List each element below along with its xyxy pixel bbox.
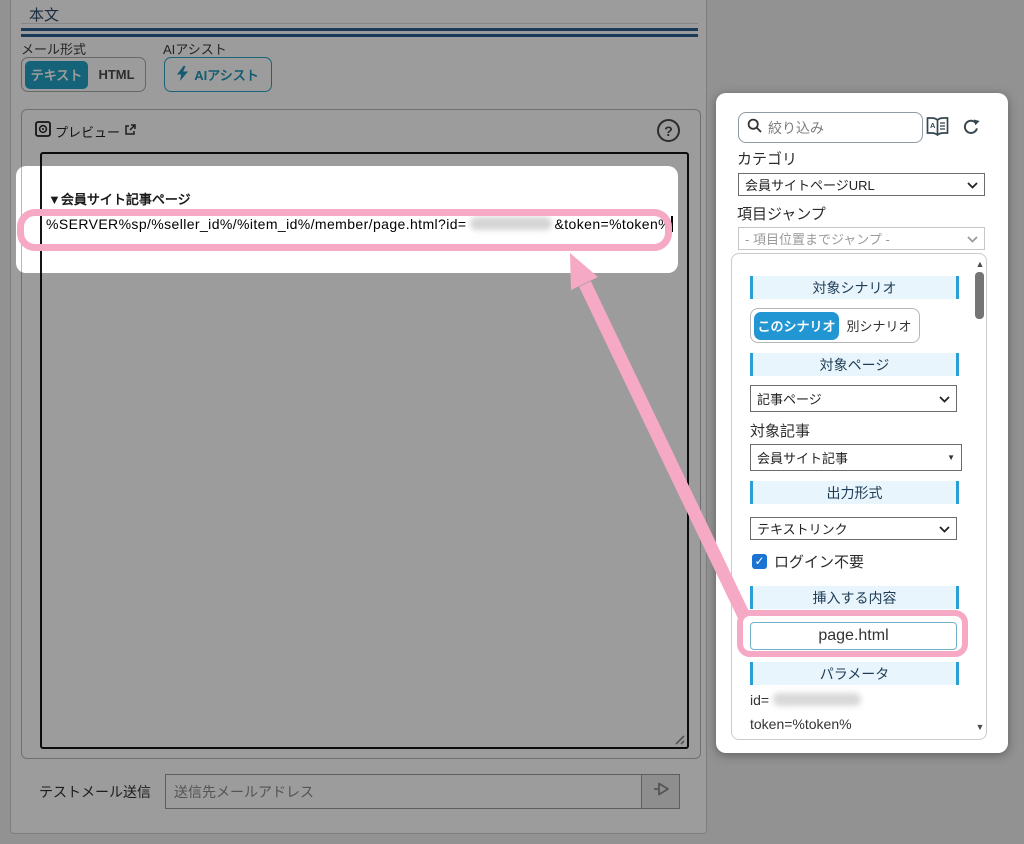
double-rule bbox=[21, 28, 698, 37]
ai-assist-button-label: AIアシスト bbox=[194, 65, 258, 84]
filter-search-input[interactable] bbox=[768, 120, 898, 136]
send-test-mail-button[interactable] bbox=[642, 774, 680, 809]
format-html-button[interactable]: HTML bbox=[88, 67, 145, 82]
search-icon bbox=[747, 118, 762, 138]
no-login-label: ログイン不要 bbox=[774, 551, 864, 572]
preview-icon bbox=[35, 121, 51, 142]
blurred-id-value bbox=[470, 217, 552, 230]
target-article-select[interactable]: 会員サイト記事 ▼ bbox=[750, 444, 962, 471]
text-caret bbox=[671, 216, 673, 232]
target-article-label: 対象記事 bbox=[750, 420, 810, 441]
help-icon[interactable]: ? bbox=[657, 119, 680, 142]
scrollbar-thumb[interactable] bbox=[975, 272, 984, 319]
test-mail-address-input[interactable] bbox=[165, 774, 642, 809]
preview-article-heading: ▼会員サイト記事ページ bbox=[48, 189, 191, 208]
category-label: カテゴリ bbox=[737, 148, 797, 169]
preview-editor[interactable]: ▼会員サイト記事ページ %SERVER%sp/%seller_id%/%item… bbox=[40, 152, 689, 749]
item-jump-label: 項目ジャンプ bbox=[737, 203, 826, 224]
external-link-icon[interactable] bbox=[124, 123, 136, 141]
scenario-toggle: このシナリオ 別シナリオ bbox=[750, 308, 920, 343]
chevron-down-icon bbox=[939, 391, 950, 406]
filter-search-box bbox=[738, 112, 923, 143]
this-scenario-button[interactable]: このシナリオ bbox=[754, 312, 839, 340]
format-text-button[interactable]: テキスト bbox=[25, 61, 88, 89]
param-id-line: id= bbox=[750, 692, 861, 708]
no-login-checkbox-row[interactable]: ✓ ログイン不要 bbox=[752, 551, 864, 572]
svg-text:A: A bbox=[930, 121, 936, 130]
mail-format-label: メール形式 bbox=[21, 39, 86, 58]
scroll-down-icon[interactable]: ▼ bbox=[975, 722, 985, 732]
mail-format-toggle: テキスト HTML bbox=[21, 57, 146, 92]
category-select[interactable]: 会員サイトページURL bbox=[738, 173, 985, 196]
dropdown-triangle-icon: ▼ bbox=[947, 453, 955, 462]
section-insert-content: 挿入する内容 bbox=[750, 586, 959, 609]
insert-item-panel: A カテゴリ 会員サイトページURL 項目ジャンプ - 項目位置までジャンプ -… bbox=[716, 93, 1008, 753]
output-format-select[interactable]: テキストリンク bbox=[750, 517, 957, 540]
section-parameters: パラメータ bbox=[750, 662, 959, 685]
scroll-up-icon[interactable]: ▲ bbox=[975, 259, 985, 269]
preview-title: プレビュー bbox=[55, 122, 120, 141]
section-target-page: 対象ページ bbox=[750, 353, 959, 376]
chevron-down-icon bbox=[967, 177, 978, 192]
ai-assist-label: AIアシスト bbox=[163, 39, 227, 58]
section-output-format: 出力形式 bbox=[750, 481, 959, 504]
send-icon bbox=[652, 782, 670, 801]
other-scenario-button[interactable]: 別シナリオ bbox=[839, 316, 919, 335]
body-section-title: 本文 bbox=[29, 4, 59, 25]
section-target-scenario: 対象シナリオ bbox=[750, 276, 959, 299]
test-mail-label: テストメール送信 bbox=[39, 782, 151, 802]
preview-url-line: %SERVER%sp/%seller_id%/%item_id%/member/… bbox=[46, 216, 673, 232]
checkbox-checked-icon[interactable]: ✓ bbox=[752, 554, 767, 569]
item-jump-select[interactable]: - 項目位置までジャンプ - bbox=[738, 227, 985, 250]
preview-panel: プレビュー ? ▼会員サイト記事ページ %SERVER%sp/%seller_i… bbox=[21, 109, 701, 759]
options-scroll-area: ▲ ▼ 対象シナリオ このシナリオ 別シナリオ 対象ページ 記事ページ 対象記事… bbox=[731, 253, 987, 740]
resize-handle-icon[interactable] bbox=[672, 732, 685, 745]
chevron-down-icon bbox=[967, 231, 978, 246]
param-token-line: token=%token% bbox=[750, 716, 852, 732]
mail-compose-panel: 本文 メール形式 AIアシスト テキスト HTML AIアシスト プレビュー bbox=[10, 0, 707, 834]
title-divider bbox=[21, 23, 698, 24]
refresh-icon[interactable] bbox=[962, 118, 980, 141]
glossary-book-icon[interactable]: A bbox=[926, 117, 949, 141]
lightning-icon bbox=[177, 66, 188, 84]
ai-assist-button[interactable]: AIアシスト bbox=[164, 57, 272, 92]
insert-page-html-button[interactable]: page.html bbox=[750, 622, 957, 650]
blurred-param-id-value bbox=[773, 693, 861, 706]
chevron-down-icon bbox=[939, 521, 950, 536]
target-page-select[interactable]: 記事ページ bbox=[750, 385, 957, 412]
